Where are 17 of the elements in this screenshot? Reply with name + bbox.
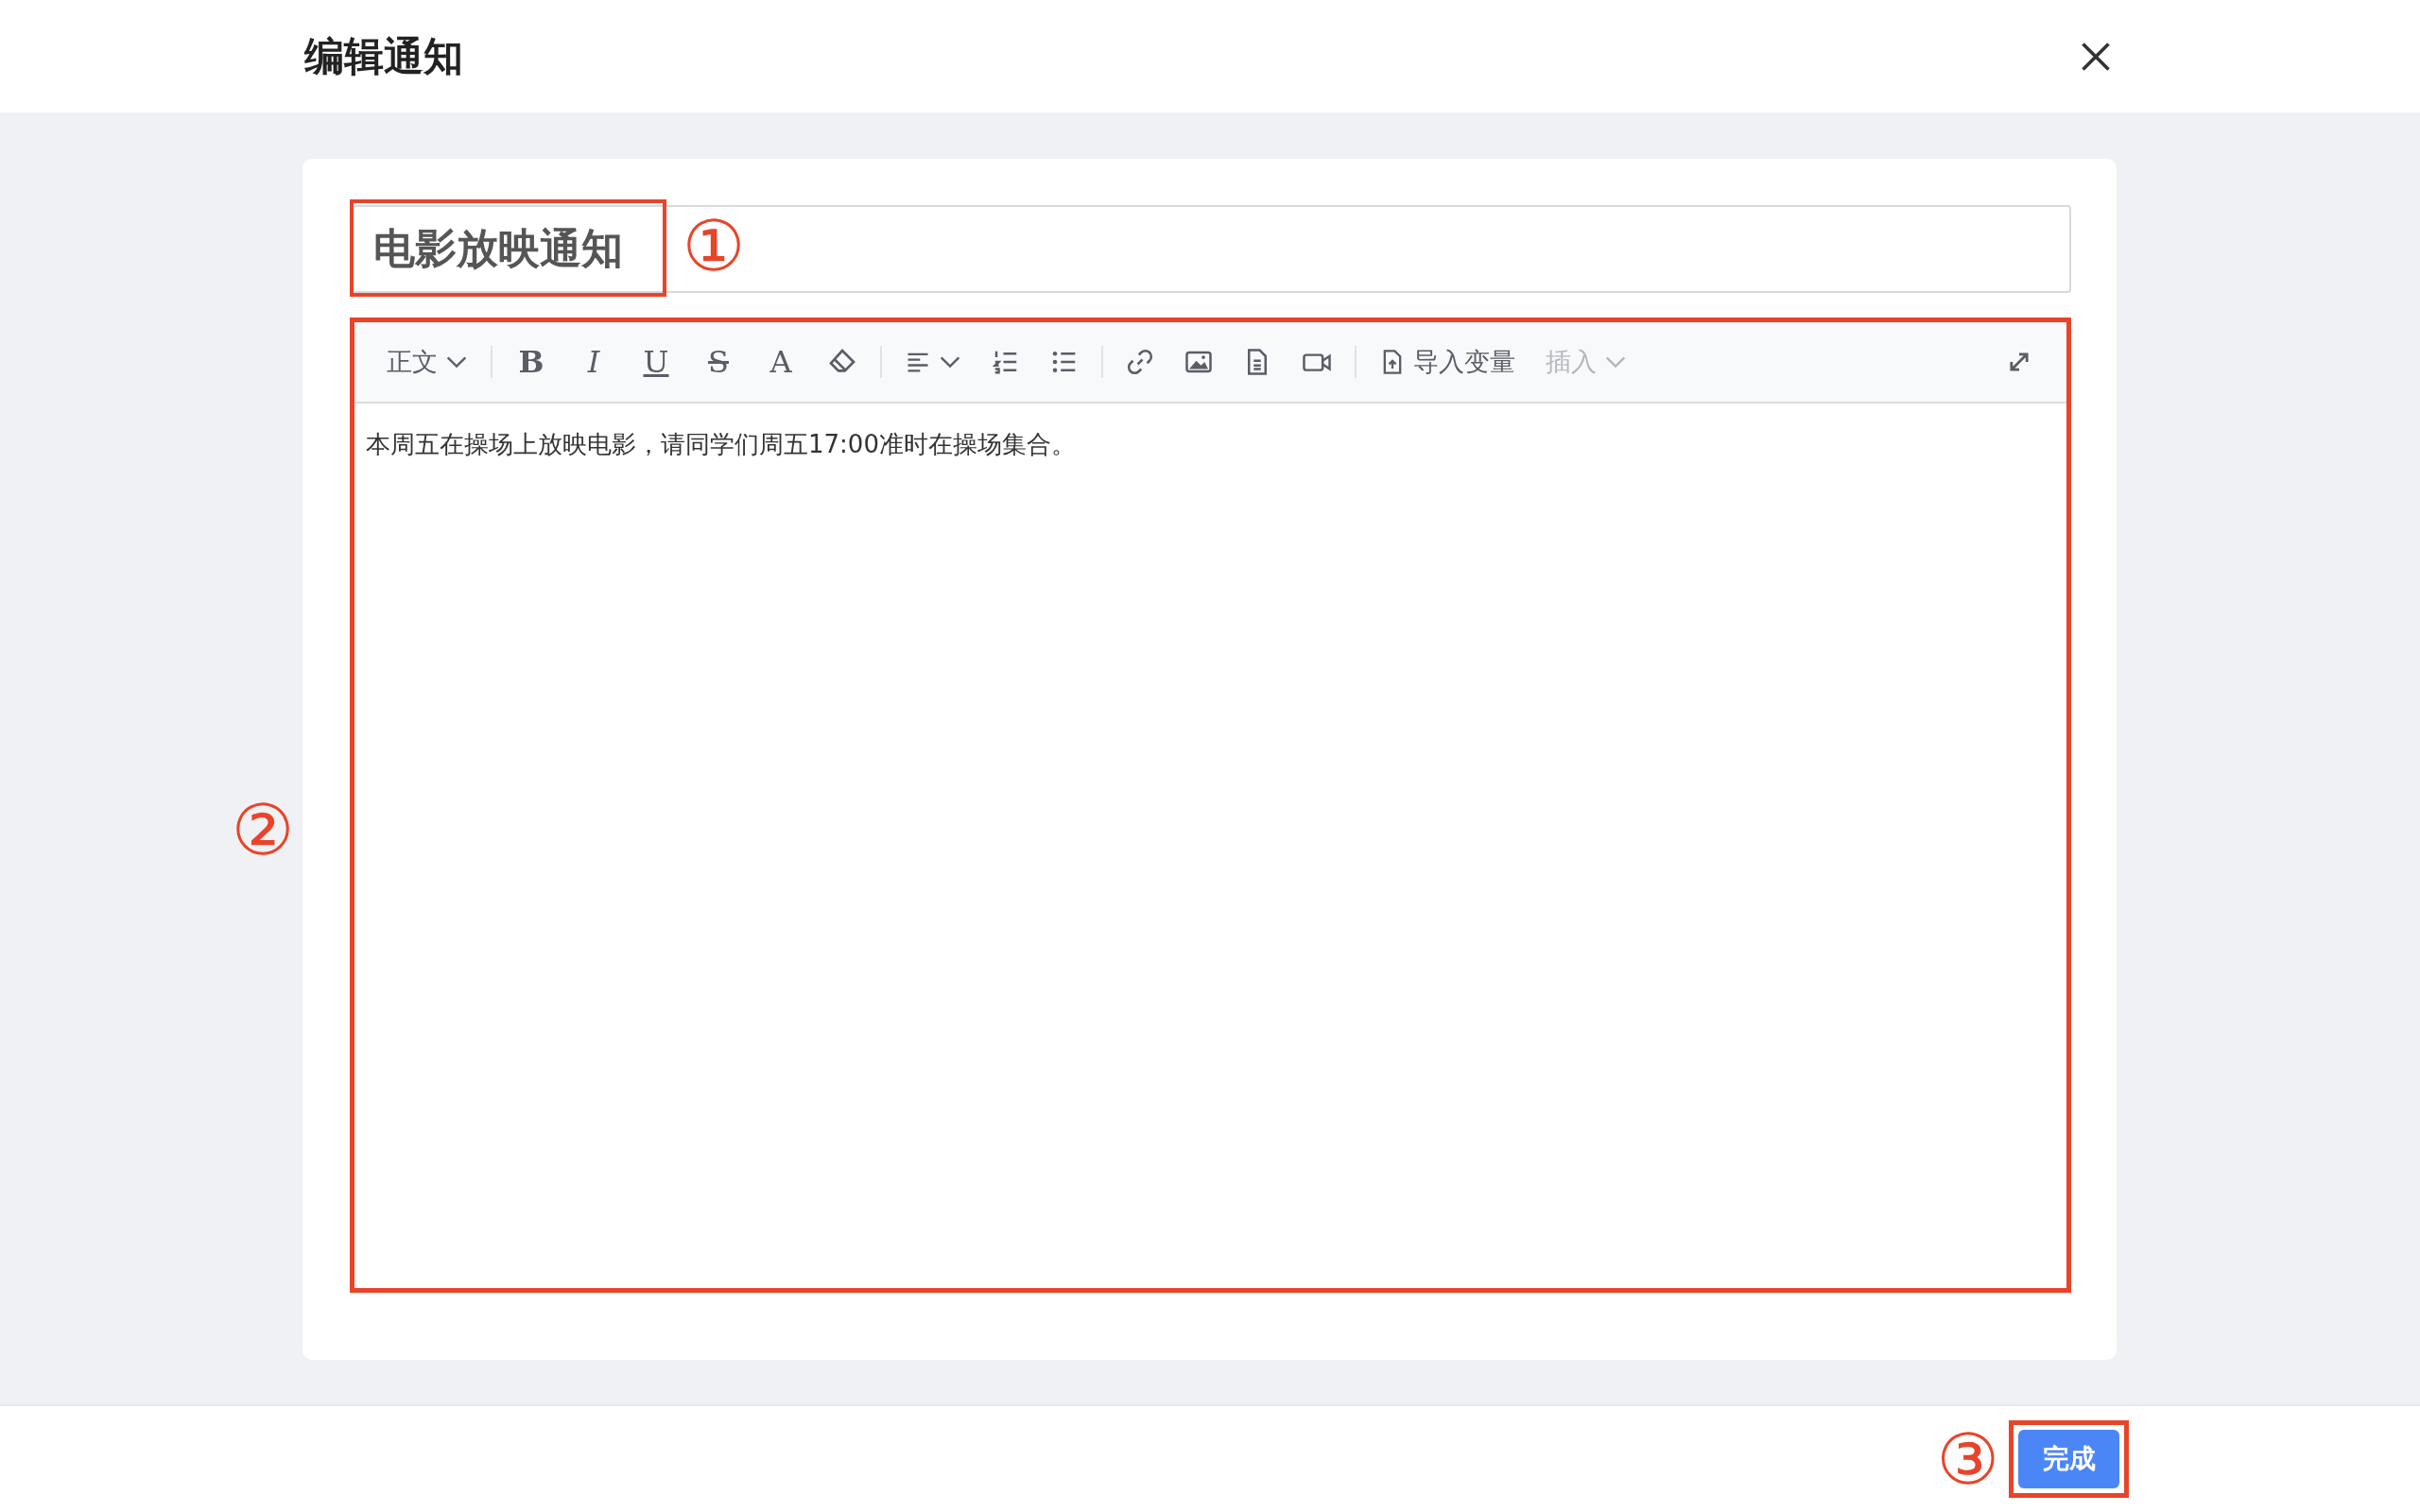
chevron-down-icon [1604, 355, 1627, 369]
link-icon [1126, 348, 1154, 376]
bold-button[interactable]: B [515, 338, 547, 386]
body-text: 本周五在操场上放映电影，请同学们周五17:00准时在操场集合。 [366, 430, 1076, 458]
annotation-number: ③ [1936, 1424, 1999, 1494]
dialog-title: 编辑通知 [304, 31, 463, 81]
underline-button[interactable]: U [640, 338, 672, 386]
dropdown-button[interactable]: 正文 [387, 338, 468, 386]
annotation-number: ② [232, 795, 295, 865]
import-variable-button[interactable]: 导入变量 [1379, 338, 1515, 386]
strike-button[interactable]: S [702, 338, 735, 386]
italic-button[interactable]: I [578, 338, 610, 386]
annotation-number: ① [683, 211, 746, 281]
chevron-down-icon [445, 355, 468, 369]
done-button[interactable]: 完成 [2018, 1430, 2119, 1488]
chevron-down-icon [939, 355, 961, 369]
color-button[interactable]: A [765, 338, 797, 386]
